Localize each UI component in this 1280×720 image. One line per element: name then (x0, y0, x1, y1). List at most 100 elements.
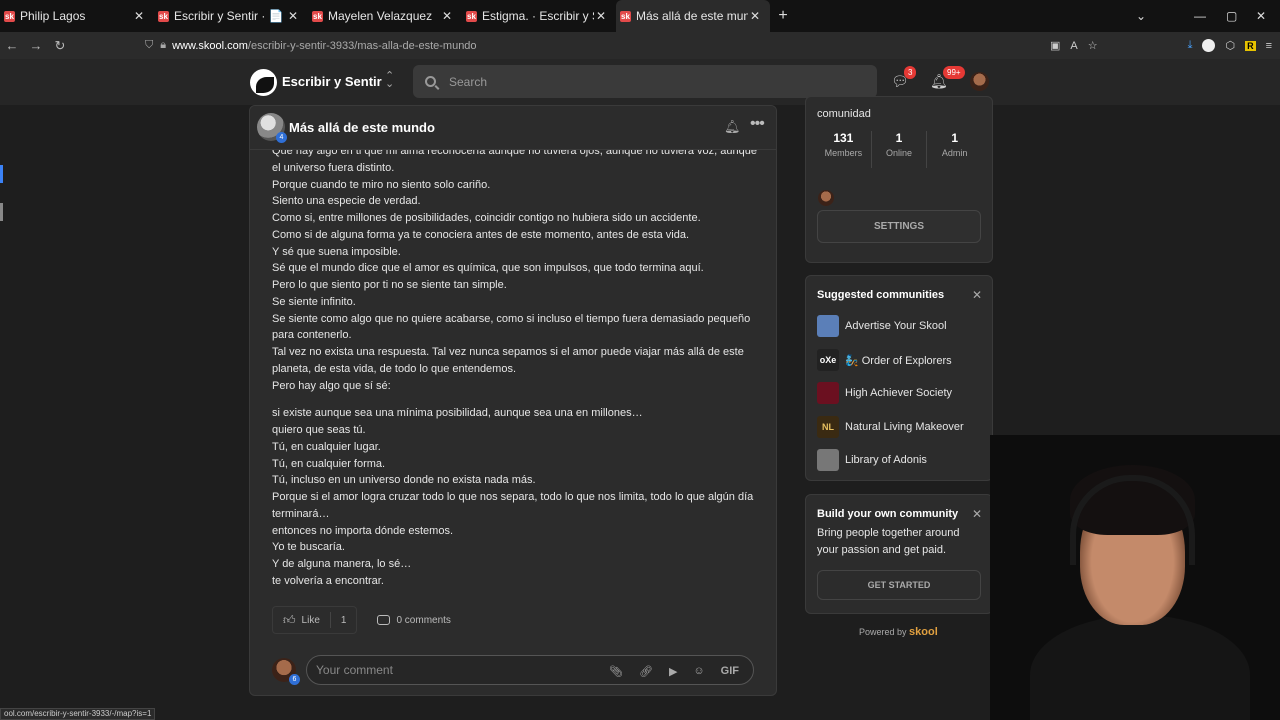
user-avatar[interactable] (970, 72, 989, 91)
address-bar[interactable]: ⛉ 🔒︎ www.skool.com/escribir-y-sentir-393… (145, 32, 1070, 59)
new-tab-icon[interactable]: + (770, 7, 796, 25)
stat-value: 1 (895, 131, 903, 145)
more-options-icon[interactable]: ••• (750, 115, 765, 133)
gif-button[interactable]: GIF (721, 665, 739, 677)
chat-badge: 3 (904, 66, 917, 79)
community-name: High Achiever Society (845, 387, 952, 399)
post-line: si existe aunque sea una mínima posibili… (272, 407, 643, 420)
stat-label: Members (824, 148, 863, 158)
close-icon[interactable]: ✕ (972, 288, 982, 302)
browser-tab-bar: sk Philip Lagos ✕ sk Escribir y Sentir · 📄 … (0, 0, 1280, 32)
community-description: comunidad (817, 108, 871, 120)
search-input[interactable]: Search (413, 65, 877, 98)
search-placeholder: Search (449, 74, 488, 89)
powered-by[interactable]: Powered by skool (859, 626, 938, 638)
suggested-communities-card: Suggested communities ✕ Advertise Your S… (805, 275, 993, 481)
suggested-community-item[interactable]: Library of Adonis (817, 449, 927, 471)
switch-community-icon[interactable]: ⌃ ⌄ (385, 71, 394, 90)
skool-favicon-icon: sk (312, 10, 323, 22)
browser-tab-2[interactable]: sk Mayelen Velazquez ✕ (308, 0, 462, 32)
community-thumbnail (817, 382, 839, 404)
post-line: Sé que el mundo dice que el amor es quím… (272, 262, 704, 275)
extensions-puzzle-icon[interactable]: ⬡ (1225, 39, 1235, 52)
status-bar-url: ool.com/escribir-y-sentir-3933/-/map?is=… (0, 708, 156, 720)
tab-title: Estigma. · Escribir y Sentir (482, 9, 594, 23)
like-button[interactable]: 👍︎ Like 1 (272, 606, 358, 634)
shield-icon: ⛉ (145, 39, 154, 51)
back-icon[interactable]: ← (0, 38, 24, 53)
skool-header: Escribir y Sentir ⌃ ⌄ Search 💬︎ 3 🔔︎ 99+ (0, 59, 1280, 105)
extension-r-icon[interactable]: R (1245, 40, 1256, 51)
emoji-icon[interactable]: ☺ (693, 665, 704, 677)
close-tab-icon[interactable]: ✕ (748, 9, 762, 23)
community-thumbnail (817, 315, 839, 337)
maximize-icon[interactable]: ▢ (1226, 0, 1237, 32)
download-icon[interactable]: ⤓ (1188, 39, 1193, 52)
browser-tab-3[interactable]: sk Estigma. · Escribir y Sentir✕ (462, 0, 616, 32)
stat-online[interactable]: 1 Online (872, 131, 928, 168)
menu-icon[interactable]: ≡ (1266, 40, 1272, 52)
post-line: Se siente como algo que no quiere acabar… (272, 312, 751, 342)
close-icon[interactable]: ✕ (972, 507, 982, 521)
suggested-community-item[interactable]: Advertise Your Skool (817, 315, 947, 337)
translate-icon[interactable]: A (1070, 40, 1077, 52)
post-line: entonces no importa dónde estemos. (272, 524, 454, 537)
post-line: Se siente infinito. (272, 295, 356, 308)
community-thumbnail (817, 449, 839, 471)
suggested-community-item[interactable]: NL Natural Living Makeover (817, 416, 964, 438)
skool-favicon-icon: sk (4, 10, 15, 22)
minimize-icon[interactable]: — (1194, 0, 1206, 32)
comment-row: 6 Your comment 📎︎ 🔗︎ ▶ ☺ GIF (272, 655, 756, 685)
community-logo[interactable] (250, 69, 277, 96)
comment-input[interactable]: Your comment 📎︎ 🔗︎ ▶ ☺ GIF (306, 655, 754, 685)
post-line: Y de alguna manera, lo sé… (272, 558, 412, 570)
attachment-icon[interactable]: 📎︎ (609, 665, 623, 678)
get-started-button[interactable]: GET STARTED (817, 570, 981, 600)
community-name: Advertise Your Skool (845, 320, 947, 332)
suggested-title: Suggested communities (817, 289, 945, 301)
skool-favicon-icon: sk (466, 10, 477, 22)
tab-list-chevron-icon[interactable]: ⌄ (1136, 0, 1146, 32)
post-line: Como si, entre millones de posibilidades… (272, 212, 701, 224)
divider (329, 612, 331, 628)
online-member-avatar[interactable] (818, 190, 834, 206)
stat-members[interactable]: 131 Members (816, 131, 872, 168)
browser-tab-0[interactable]: sk Philip Lagos ✕ (0, 0, 154, 32)
post-card: 4 Más allá de este mundo 🔔︎ ••• Que hay … (249, 105, 777, 696)
url-domain: www.skool.com (172, 39, 248, 52)
follow-bell-icon[interactable]: 🔔︎ (724, 119, 741, 135)
skool-brand: skool (909, 626, 938, 638)
post-line: te volvería a encontrar. (272, 574, 384, 587)
close-tab-icon[interactable]: ✕ (132, 9, 146, 23)
settings-button[interactable]: SETTINGS (817, 210, 981, 243)
community-name[interactable]: Escribir y Sentir (282, 74, 382, 89)
stat-admin[interactable]: 1 Admin (927, 131, 982, 168)
close-window-icon[interactable]: ✕ (1256, 0, 1266, 32)
left-indicator (0, 203, 3, 221)
post-actions: 👍︎ Like 1 0 comments (272, 606, 752, 634)
comments-count-button[interactable]: 0 comments (377, 614, 451, 626)
reload-icon[interactable]: ↻ (48, 38, 72, 54)
close-tab-icon[interactable]: ✕ (440, 9, 454, 23)
comment-placeholder: Your comment (316, 663, 393, 677)
post-line: Yo te buscaría. (272, 541, 345, 554)
browser-tab-1[interactable]: sk Escribir y Sentir · 📄 | Textos pr✕ (154, 0, 308, 32)
skool-favicon-icon: sk (158, 10, 169, 22)
suggested-community-item[interactable]: oXe 🧞 Order of Explorers (817, 349, 952, 371)
comments-label: 0 comments (396, 614, 451, 626)
reader-view-icon[interactable]: ▣ (1050, 39, 1060, 52)
build-title: Build your own community (817, 508, 959, 520)
url-path: /escribir-y-sentir-3933/mas-alla-de-este… (247, 39, 477, 52)
bookmark-star-icon[interactable]: ☆ (1088, 39, 1098, 52)
extension-clock-icon[interactable] (1202, 39, 1216, 52)
powered-by-label: Powered by (859, 627, 907, 637)
commenter-level-badge: 6 (289, 674, 300, 685)
close-tab-icon[interactable]: ✕ (594, 9, 608, 23)
close-tab-icon[interactable]: ✕ (286, 9, 300, 23)
suggested-community-item[interactable]: High Achiever Society (817, 382, 952, 404)
browser-tab-4[interactable]: sk Más allá de este mundo · Escrib✕ (616, 0, 770, 32)
forward-icon[interactable]: → (24, 38, 48, 53)
post-header: 4 Más allá de este mundo 🔔︎ ••• (250, 106, 776, 150)
video-icon[interactable]: ▶ (669, 665, 677, 678)
link-icon[interactable]: 🔗︎ (639, 665, 653, 678)
